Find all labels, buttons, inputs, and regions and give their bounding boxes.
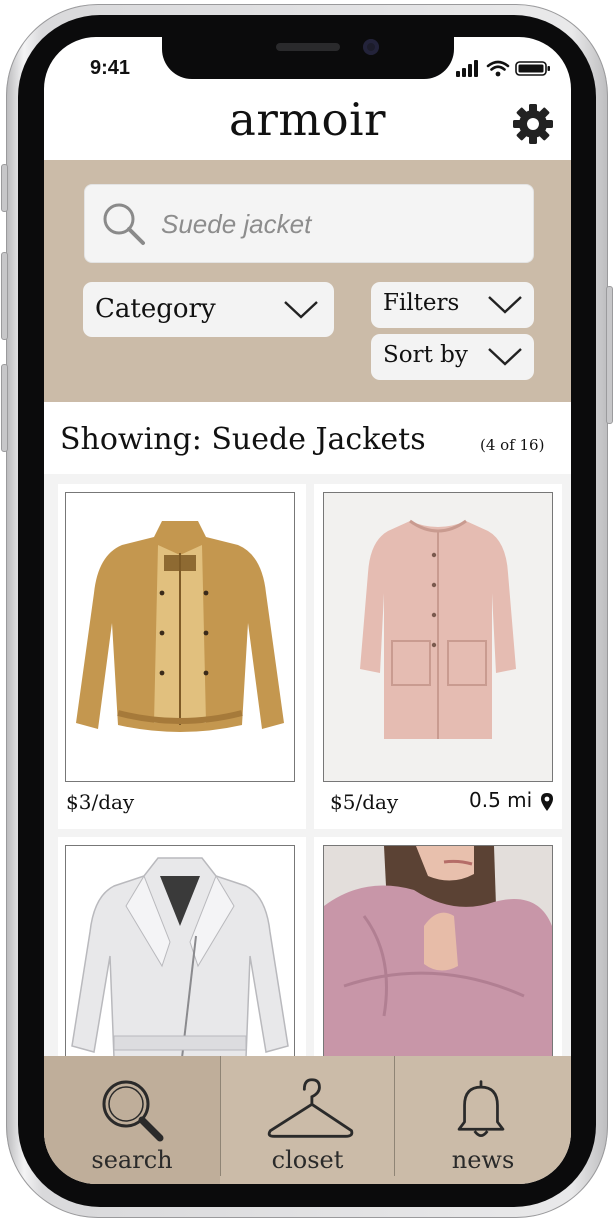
location-pin-icon — [541, 793, 553, 811]
wifi-icon — [486, 60, 510, 71]
sort-dropdown[interactable]: Sort by — [371, 334, 534, 380]
listing-price: $3/day — [66, 790, 135, 814]
listing-distance: 0.5 mi — [469, 788, 533, 812]
listing-price: $5/day — [330, 790, 399, 814]
search-icon — [102, 1080, 164, 1142]
gear-icon[interactable] — [512, 103, 554, 145]
chevron-down-icon — [284, 301, 318, 319]
bell-icon — [457, 1080, 505, 1137]
volume-up-button — [1, 252, 8, 340]
listing-photo[interactable] — [323, 492, 553, 782]
signal-bar-3 — [468, 64, 472, 77]
listing-card[interactable]: $3/day — [58, 484, 306, 829]
tab-closet[interactable]: closet — [221, 1056, 394, 1184]
battery-cap — [547, 66, 550, 71]
status-time: 9:41 — [90, 57, 131, 79]
silent-switch — [1, 164, 8, 212]
wifi-dot — [495, 71, 501, 77]
results-title: Showing: Suede Jackets — [60, 422, 426, 457]
tab-news-label: news — [451, 1146, 515, 1174]
tan-suede-jacket-image — [76, 521, 284, 732]
power-button — [606, 286, 613, 424]
notch — [162, 37, 454, 79]
tab-closet-label: closet — [271, 1146, 344, 1174]
volume-down-button — [1, 364, 8, 452]
signal-bar-1 — [456, 71, 460, 77]
results-header: Showing: Suede Jackets (4 of 16) — [44, 402, 571, 474]
filters-dropdown[interactable]: Filters — [371, 282, 534, 328]
signal-bar-4 — [474, 60, 478, 77]
tab-search-label: search — [91, 1146, 173, 1174]
search-placeholder: Suede jacket — [161, 209, 312, 239]
tab-news[interactable]: news — [395, 1056, 571, 1184]
status-icons — [456, 60, 550, 77]
battery-level — [518, 64, 544, 73]
results-count: (4 of 16) — [480, 436, 545, 454]
category-label: Category — [95, 294, 216, 324]
search-panel: Suede jacket Category Filters Sort by — [44, 160, 571, 402]
signal-bar-2 — [462, 68, 466, 77]
search-icon — [103, 203, 145, 245]
tab-search[interactable]: search — [44, 1056, 220, 1184]
chevron-down-icon — [488, 348, 522, 366]
category-dropdown[interactable]: Category — [83, 282, 334, 337]
chevron-down-icon — [488, 296, 522, 314]
speaker — [276, 43, 340, 51]
tab-bar: search closet news — [44, 1056, 571, 1184]
app-title: armoir — [228, 93, 386, 146]
sort-label: Sort by — [383, 342, 468, 368]
camera — [363, 39, 379, 55]
results-grid: $3/day $5/day 0.5 mi — [44, 474, 571, 1107]
listing-photo[interactable] — [65, 492, 295, 782]
search-input[interactable]: Suede jacket — [84, 184, 534, 263]
filters-label: Filters — [383, 290, 460, 316]
pink-suede-coat-image — [360, 519, 516, 739]
listing-card[interactable]: $5/day 0.5 mi — [314, 484, 562, 829]
app-screen: 9:41 armoir Suede jacket Category Filter… — [44, 37, 571, 1184]
hanger-icon — [267, 1078, 354, 1138]
